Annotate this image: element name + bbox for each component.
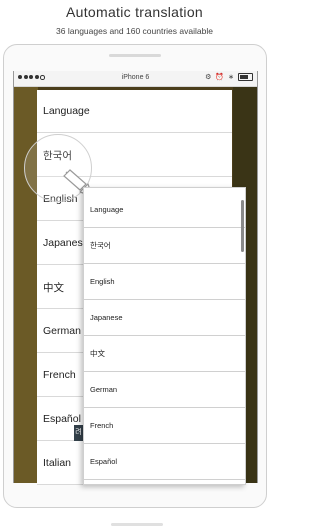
list-item-label: German [90, 385, 118, 394]
list-item-label: 中文 [90, 349, 105, 358]
list-item-label: Language [43, 105, 90, 117]
status-icons: ⚙ ⏰ ∗ [205, 73, 253, 81]
list-item-label: 中文 [43, 281, 64, 294]
subheadline: 36 languages and 160 countries available [56, 26, 213, 36]
language-list-zoomed: Language 한국어 English Japanese 中文 German … [83, 187, 246, 485]
alarm-icon: ⏰ [215, 74, 225, 81]
list-item[interactable]: Language [37, 90, 232, 133]
list-item[interactable]: French [84, 408, 245, 444]
list-item-label: Español [43, 413, 81, 425]
list-item[interactable]: English [84, 264, 245, 300]
rotation-lock-icon: ⚙ [205, 74, 212, 81]
list-item[interactable]: 中文 [84, 336, 245, 372]
list-item[interactable]: Español [84, 444, 245, 480]
list-item-label: English [90, 277, 115, 286]
list-item[interactable]: German [84, 372, 245, 408]
bluetooth-icon: ∗ [228, 74, 234, 81]
list-item-label: French [90, 421, 114, 430]
list-item-label: Japanese [90, 313, 123, 322]
headline: Automatic translation [65, 4, 204, 20]
list-item-label: German [43, 325, 81, 337]
list-item-label: Italian [43, 457, 72, 469]
list-item-label: Japanese [43, 237, 89, 249]
speaker-grille [109, 54, 161, 57]
battery-icon [238, 73, 253, 81]
status-bar: iPhone 6 ⚙ ⏰ ∗ [14, 71, 257, 87]
list-item-label: French [43, 369, 76, 381]
list-item-label: Español [90, 457, 118, 466]
list-item-label: Language [90, 205, 124, 214]
list-item-label: 한국어 [90, 241, 111, 250]
list-item[interactable]: Japanese [84, 300, 245, 336]
list-item[interactable]: Language [84, 192, 245, 228]
list-item[interactable]: 한국어 [84, 228, 245, 264]
scrollbar-thumb[interactable] [241, 200, 244, 252]
overlay-tag: 려 [74, 425, 83, 441]
